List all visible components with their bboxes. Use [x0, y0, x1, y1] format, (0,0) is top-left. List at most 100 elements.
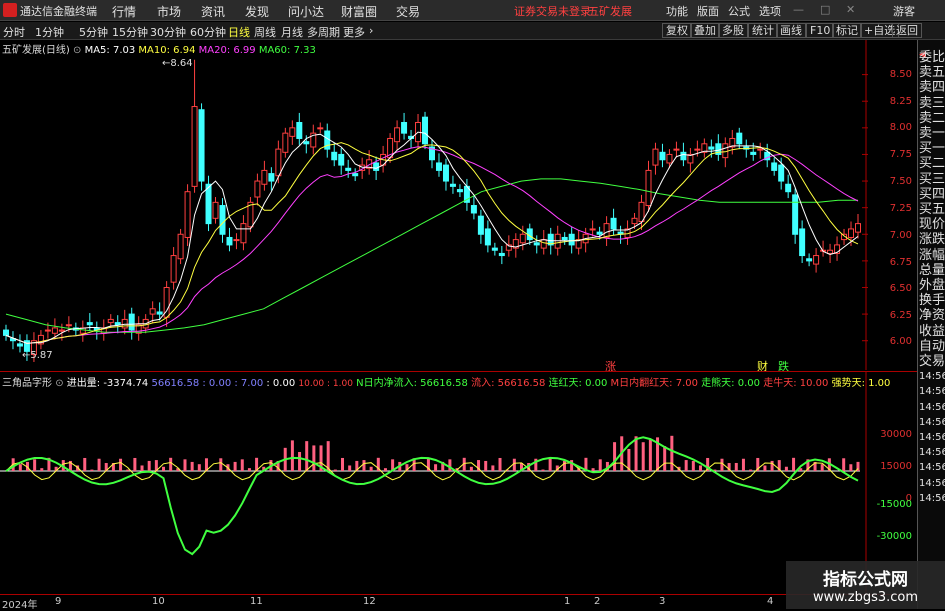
sidebar-item[interactable]: 买二 — [919, 156, 945, 171]
sidebar-item[interactable]: 14:56 — [919, 369, 945, 384]
tab-15min[interactable]: 15分钟 — [112, 24, 148, 40]
sidebar-item[interactable]: 14:56 — [919, 430, 945, 445]
candle-body — [227, 237, 232, 244]
kline-chart[interactable] — [0, 40, 917, 370]
sidebar-item[interactable]: 涨跌 — [919, 232, 945, 247]
candle-body — [304, 142, 309, 144]
sidebar-item[interactable]: 卖一 — [919, 126, 945, 141]
flow-bar — [692, 461, 695, 471]
btn-tongji[interactable]: 统计 — [748, 23, 778, 38]
tab-daily[interactable]: 日线 — [228, 24, 250, 40]
btn-fuquan[interactable]: 复权 — [662, 23, 692, 38]
tab-monthly[interactable]: 月线 — [281, 24, 303, 40]
legend-toggle-icon[interactable]: ⊙ — [73, 45, 81, 56]
minimize-button[interactable]: — — [793, 3, 804, 16]
sidebar-item[interactable]: 买四 — [919, 187, 945, 202]
menu-banmian[interactable]: 版面 — [697, 3, 719, 19]
candle-body — [485, 229, 490, 245]
tab-multi[interactable]: 多周期 — [307, 24, 340, 40]
flow-bar — [549, 458, 552, 471]
menu-jiaoyi[interactable]: 交易 — [396, 3, 420, 20]
sidebar-item[interactable]: 涨幅 — [919, 248, 945, 263]
tab-more[interactable]: 更多 — [343, 24, 365, 40]
candle-body — [695, 149, 700, 150]
sub-ytick: -30000 — [872, 531, 912, 542]
sidebar-item[interactable]: 14:56 — [919, 460, 945, 475]
ytick: 6.25 — [872, 310, 912, 321]
sidebar-item[interactable]: 14:56 — [919, 415, 945, 430]
flow-bar — [792, 458, 795, 471]
sidebar-item[interactable]: 买五 — [919, 202, 945, 217]
sidebar-item[interactable]: 买三 — [919, 172, 945, 187]
sidebar-item[interactable]: 卖二 — [919, 111, 945, 126]
btn-f10[interactable]: F10 — [806, 23, 834, 38]
flow-bar — [133, 458, 136, 471]
flow-bar — [169, 458, 172, 471]
sidebar-item[interactable]: 委比 — [919, 50, 945, 65]
menu-faxian[interactable]: 发现 — [245, 3, 269, 20]
menu-hangqing[interactable]: 行情 — [112, 3, 136, 20]
sidebar-item[interactable]: 换手 — [919, 293, 945, 308]
sub-ytick: 30000 — [872, 429, 912, 440]
candle-body — [150, 309, 155, 314]
tab-1min[interactable]: 1分钟 — [35, 24, 64, 40]
flow-bar — [649, 440, 652, 471]
menu-gongneng[interactable]: 功能 — [666, 3, 688, 19]
menu-shichang[interactable]: 市场 — [157, 3, 181, 20]
tab-30min[interactable]: 30分钟 — [150, 24, 186, 40]
indicator-chart[interactable] — [0, 372, 917, 594]
sidebar-item[interactable]: 净资 — [919, 308, 945, 323]
btn-diejia[interactable]: 叠加 — [690, 23, 720, 38]
candle-body — [255, 181, 260, 197]
flow-bar — [98, 459, 101, 471]
maximize-button[interactable]: □ — [820, 3, 830, 16]
flow-bar — [312, 445, 315, 471]
tab-fenshi[interactable]: 分时 — [3, 24, 25, 40]
login-notice[interactable]: 证券交易未登录 — [514, 3, 591, 19]
candle-body — [653, 149, 658, 165]
sub-toggle-icon[interactable]: ⊙ — [55, 378, 63, 389]
tab-60min[interactable]: 60分钟 — [190, 24, 226, 40]
sidebar-item[interactable]: 14:56 — [919, 491, 945, 506]
sidebar-item[interactable]: 收益 — [919, 324, 945, 339]
flow-bar — [384, 468, 387, 471]
btn-biaoji[interactable]: 标记 — [832, 23, 862, 38]
btn-huaxian[interactable]: 画线 — [776, 23, 806, 38]
sidebar-item[interactable]: 14:56 — [919, 400, 945, 415]
menu-caifuquan[interactable]: 财富圈 — [341, 3, 377, 20]
candle-body — [534, 243, 539, 245]
menu-xuanxiang[interactable]: 选项 — [759, 3, 781, 19]
sidebar-item[interactable]: 现价 — [919, 217, 945, 232]
close-button[interactable]: ✕ — [846, 3, 855, 16]
candle-body — [374, 163, 379, 170]
candle-body — [423, 117, 428, 144]
sidebar-item[interactable]: 买一 — [919, 141, 945, 156]
sub-item-jinchu: 进出量: -3374.74 — [67, 378, 149, 389]
sub-item-fanhong: M日内翻红天: 7.00 — [611, 378, 698, 389]
btn-fanhui[interactable]: 返回 — [892, 23, 922, 38]
btn-duogu[interactable]: 多股 — [718, 23, 748, 38]
sidebar-item[interactable]: 14:56 — [919, 445, 945, 460]
sidebar-item[interactable]: 卖四 — [919, 80, 945, 95]
sidebar-item[interactable]: 自动 — [919, 339, 945, 354]
tab-weekly[interactable]: 周线 — [254, 24, 276, 40]
flow-bar — [33, 459, 36, 471]
tab-5min[interactable]: 5分钟 — [79, 24, 108, 40]
sidebar-item[interactable]: 14:56 — [919, 476, 945, 491]
menu-gongshi[interactable]: 公式 — [728, 3, 750, 19]
sidebar-item[interactable]: 14:56 — [919, 384, 945, 399]
sidebar-item[interactable]: 卖三 — [919, 96, 945, 111]
guest-label[interactable]: 游客 — [893, 3, 915, 19]
flow-bar — [771, 461, 774, 471]
sidebar-item[interactable]: 交易 — [919, 354, 945, 369]
sidebar-item[interactable]: 卖五 — [919, 65, 945, 80]
more-chevron-icon[interactable]: › — [369, 24, 373, 37]
candle-body — [541, 240, 546, 249]
menu-wenxiaoda[interactable]: 问小达 — [288, 3, 324, 20]
menu-zixun[interactable]: 资讯 — [201, 3, 225, 20]
sidebar-item[interactable]: 外盘 — [919, 278, 945, 293]
watermark-url: www.zbgs3.com — [786, 590, 945, 605]
candle-body — [646, 170, 651, 205]
ytick: 8.25 — [872, 96, 912, 107]
sidebar-item[interactable]: 总量 — [919, 263, 945, 278]
